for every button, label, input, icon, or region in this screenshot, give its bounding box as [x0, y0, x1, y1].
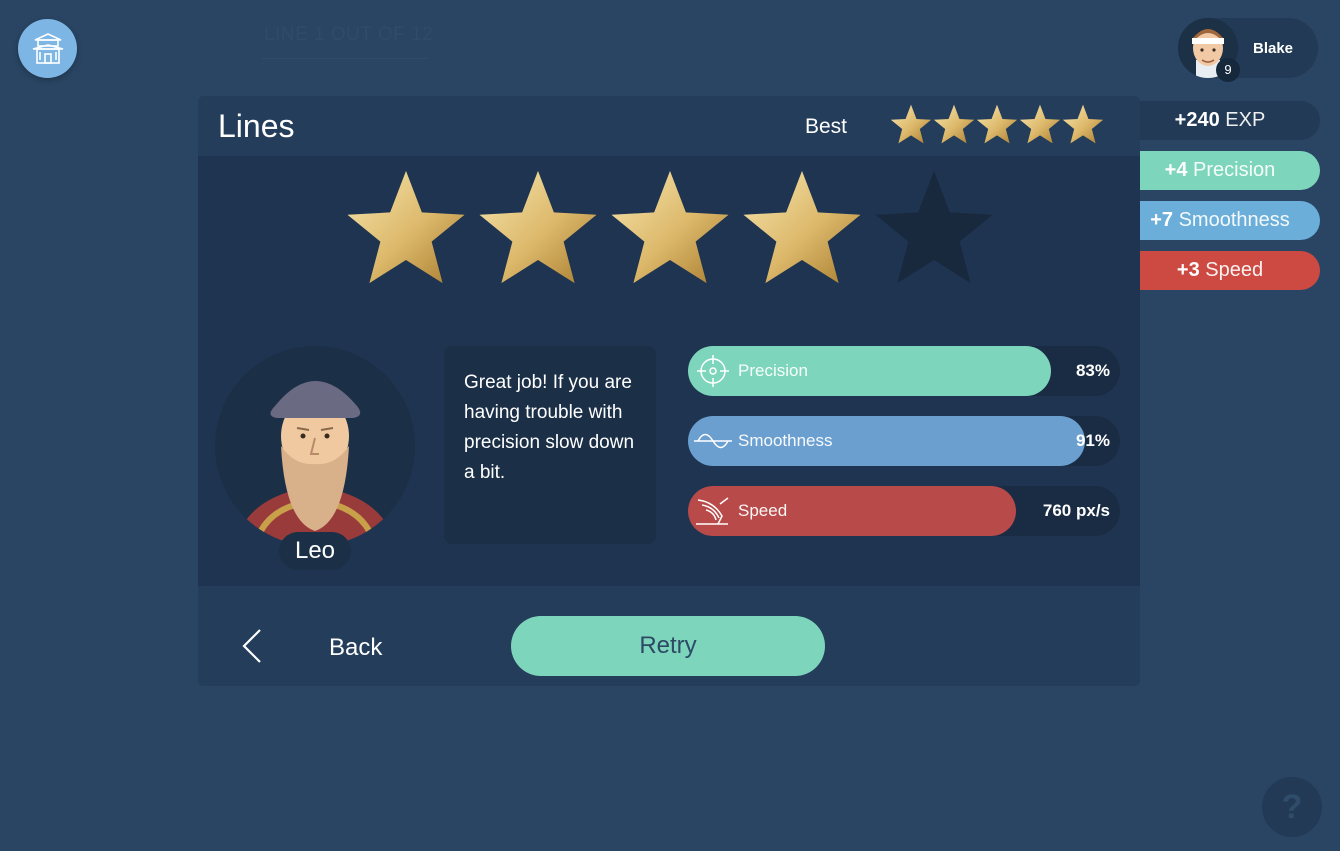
star-filled-icon	[611, 170, 729, 284]
user-level-badge: 9	[1216, 58, 1240, 82]
star-filled-icon	[743, 170, 861, 284]
stat-bar-smoothness: Smoothness 91%	[688, 416, 1120, 466]
user-name: Blake	[1253, 40, 1294, 57]
stat-label-precision: Precision	[738, 361, 808, 380]
home-button[interactable]	[18, 19, 77, 78]
chevron-left-icon	[242, 629, 261, 663]
best-stars-rating	[890, 103, 1104, 145]
reward-smoothness-name: Smoothness	[1178, 209, 1290, 231]
best-star-filled-icon	[976, 104, 1018, 144]
winged-speed-icon	[696, 497, 729, 525]
help-button[interactable]: ?	[1262, 777, 1322, 837]
back-label: Back	[329, 634, 383, 661]
reward-speed-amount: +3	[1176, 259, 1200, 281]
stat-bar-precision: Precision 83%	[688, 346, 1120, 396]
reward-smoothness-amount: +7	[1150, 209, 1174, 231]
sine-wave-icon	[694, 433, 732, 449]
reward-exp: +240 EXP	[1120, 101, 1320, 140]
back-button[interactable]: Back	[230, 626, 430, 666]
stat-value-speed: 760 px/s	[1042, 501, 1110, 520]
best-star-filled-icon	[1062, 104, 1104, 144]
best-star-filled-icon	[890, 104, 932, 144]
reward-speed-name: Speed	[1205, 259, 1264, 281]
dojo-building-icon	[32, 32, 63, 64]
best-star-filled-icon	[1019, 104, 1061, 144]
best-label: Best	[805, 115, 848, 138]
reward-exp-amount: +240	[1174, 109, 1220, 131]
reward-exp-name: EXP	[1225, 109, 1266, 131]
best-star-filled-icon	[933, 104, 975, 144]
crosshair-icon	[697, 355, 729, 387]
panel-title: Lines	[218, 108, 295, 144]
reward-precision-amount: +4	[1164, 159, 1188, 181]
stat-label-smoothness: Smoothness	[738, 431, 833, 450]
retry-button[interactable]: Retry	[511, 616, 825, 676]
earned-stars-rating	[340, 166, 1000, 288]
line-counter: LINE 1 OUT OF 12	[264, 24, 434, 45]
stat-value-smoothness: 91%	[1075, 431, 1110, 450]
star-filled-icon	[347, 170, 465, 284]
reward-precision-name: Precision	[1193, 159, 1276, 181]
mentor-avatar	[215, 346, 415, 546]
star-empty-icon	[875, 170, 993, 284]
line-counter-divider	[262, 58, 428, 59]
stat-bar-speed: Speed 760 px/s	[688, 486, 1120, 536]
mentor-speech-bubble: Great job! If you are having trouble wit…	[444, 346, 656, 544]
star-filled-icon	[479, 170, 597, 284]
reward-speed: +3 Speed	[1120, 251, 1320, 290]
stat-label-speed: Speed	[738, 501, 788, 520]
stat-value-precision: 83%	[1075, 361, 1110, 380]
user-profile[interactable]: 9 Blake	[1178, 18, 1318, 82]
results-panel: Lines Best Leo Great job! If you are hav…	[198, 96, 1140, 686]
reward-smoothness: +7 Smoothness	[1120, 201, 1320, 240]
reward-precision: +4 Precision	[1120, 151, 1320, 190]
mentor-name: Leo	[279, 532, 351, 570]
